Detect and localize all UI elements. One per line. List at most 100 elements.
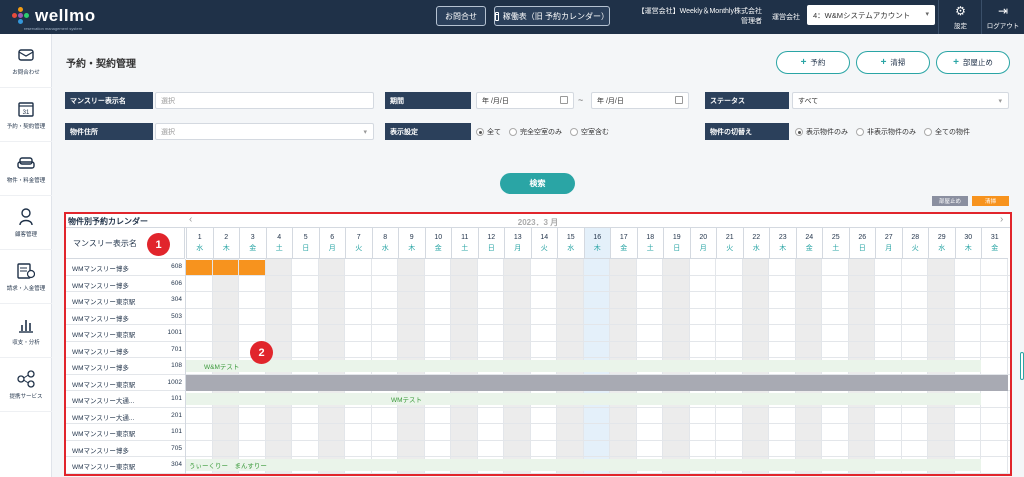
cleaning-block[interactable] [239, 260, 265, 275]
table-row[interactable]: WMマンスリー博多 608 [66, 259, 1010, 276]
reservation-bar[interactable]: うぃーくりー まんすりー [186, 459, 981, 471]
table-row[interactable]: WMマンスリー博多 108 W&Mテスト [66, 358, 1010, 375]
property-name[interactable]: WMマンスリー博多 [72, 313, 129, 323]
contact-button[interactable]: お問合せ [436, 6, 486, 26]
period-from-input[interactable]: 年 /月/日 [476, 92, 574, 109]
day-number: 20 [699, 233, 708, 241]
property-name[interactable]: WMマンスリー博多 [72, 346, 129, 356]
day-cell-divider [688, 325, 690, 342]
chevron-down-icon: ▾ [925, 11, 929, 18]
property-name[interactable]: WMマンスリー東京駅 [72, 379, 135, 389]
table-row[interactable]: WMマンスリー博多 606 [66, 275, 1010, 292]
next-month-button[interactable]: › [1000, 214, 1003, 225]
table-row[interactable]: WMマンスリー博多 701 [66, 341, 1010, 358]
add-room-stop-button[interactable]: + 部屋止め [936, 51, 1010, 74]
day-cell-divider [529, 407, 531, 424]
sidebar-item-property[interactable]: 物件・料金管理 [0, 142, 52, 196]
sidebar-item-analysis[interactable]: 収支・分析 [0, 304, 52, 358]
day-cell-divider [370, 341, 372, 358]
status-value: すべて [798, 97, 819, 105]
table-row[interactable]: WMマンスリー大通... 201 [66, 407, 1010, 424]
settings-button[interactable]: ⚙ 設定 [938, 0, 982, 34]
property-name[interactable]: WMマンスリー博多 [72, 280, 129, 290]
toggle-option-all[interactable]: 全ての物件 [924, 127, 970, 137]
day-cell-divider [1006, 424, 1008, 441]
sidebar-item-inquiry[interactable]: お問合わせ [0, 34, 52, 88]
property-name[interactable]: WMマンスリー博多 [72, 362, 129, 372]
sidebar-item-billing[interactable]: 請求・入金管理 [0, 250, 52, 304]
day-cell-divider [423, 440, 425, 457]
property-name[interactable]: WMマンスリー東京駅 [72, 296, 135, 306]
room-stop-block[interactable] [186, 374, 1008, 391]
day-cell-divider [874, 275, 875, 292]
add-cleaning-button[interactable]: + 清掃 [856, 51, 930, 74]
svg-text:31: 31 [23, 110, 30, 116]
search-button[interactable]: 検索 [500, 173, 575, 194]
display-option-include-vacant[interactable]: 空室含む [570, 127, 609, 137]
day-cell-divider [609, 440, 610, 457]
sidebar-item-partner[interactable]: 提携サービス [0, 358, 52, 412]
calendar-button[interactable]: 稼働表（旧 予約カレンダー） [494, 6, 610, 26]
weekday-label: 水 [196, 244, 204, 252]
monthly-name-input[interactable]: 選択 [155, 92, 374, 109]
add-reservation-button[interactable]: + 予約 [776, 51, 850, 74]
radio-label: 空室含む [581, 128, 609, 136]
day-cell-divider [980, 424, 981, 441]
period-to-input[interactable]: 年 /月/日 [591, 92, 689, 109]
logout-button[interactable]: ⇥ ログアウト [981, 0, 1024, 34]
day-cell-divider [715, 292, 716, 309]
contact-button-label: お問合せ [445, 11, 477, 21]
address-select[interactable]: 選択 ▾ [155, 123, 374, 140]
day-cell-divider [370, 259, 372, 276]
day-cell-divider [794, 341, 796, 358]
day-cell-divider [556, 308, 557, 325]
cleaning-block[interactable] [212, 260, 238, 275]
sidebar-item-customer[interactable]: 顧客管理 [0, 196, 52, 250]
toggle-option-shown[interactable]: 表示物件のみ [795, 127, 848, 137]
table-row[interactable]: WMマンスリー博多 503 [66, 308, 1010, 325]
weekday-label: 火 [355, 244, 363, 252]
wellmo-logo[interactable]: wellmo [12, 6, 96, 26]
table-row[interactable]: WMマンスリー東京駅 304 うぃーくりー まんすりー [66, 457, 1010, 474]
table-row[interactable]: WMマンスリー東京駅 101 [66, 424, 1010, 441]
day-cell-divider [741, 440, 743, 457]
table-row[interactable]: WMマンスリー東京駅 1002 [66, 374, 1010, 391]
org-label: 運営会社 [772, 14, 800, 21]
table-row[interactable]: WMマンスリー博多 705 [66, 440, 1010, 457]
table-row[interactable]: WMマンスリー東京駅 1001 [66, 325, 1010, 342]
reservation-bar[interactable]: WMテスト [186, 393, 981, 405]
action-label: 部屋止め [962, 58, 993, 67]
day-cell-divider [741, 341, 743, 358]
status-select[interactable]: すべて ▾ [792, 92, 1009, 109]
calendar-icon: 31 [16, 100, 36, 118]
reservation-bar[interactable]: W&Mテスト [186, 360, 981, 372]
day-cell-divider [582, 424, 584, 441]
property-name[interactable]: WMマンスリー東京駅 [72, 428, 135, 438]
scroll-handle[interactable] [1020, 352, 1024, 380]
org-select[interactable]: 4：W&Mシステムアカウント ▾ [807, 5, 935, 25]
day-cell-divider [874, 341, 875, 358]
weekday-label: 日 [487, 244, 495, 252]
day-cell-divider [582, 292, 584, 309]
toggle-option-hidden[interactable]: 非表示物件のみ [856, 127, 916, 137]
display-option-fully-vacant[interactable]: 完全空室のみ [509, 127, 562, 137]
table-row[interactable]: WMマンスリー東京駅 304 [66, 292, 1010, 309]
day-cell-divider [900, 292, 902, 309]
display-option-all[interactable]: 全て [476, 127, 501, 137]
table-row[interactable]: WMマンスリー大通... 101 WMテスト [66, 391, 1010, 408]
property-name[interactable]: WMマンスリー東京駅 [72, 329, 135, 339]
property-name[interactable]: WMマンスリー博多 [72, 445, 129, 455]
property-name[interactable]: WMマンスリー大通... [72, 395, 134, 405]
property-name[interactable]: WMマンスリー東京駅 [72, 461, 135, 471]
weekday-label: 水 [752, 244, 760, 252]
day-cell-divider [238, 275, 239, 292]
prev-month-button[interactable]: ‹ [189, 214, 192, 225]
cleaning-block[interactable] [186, 260, 212, 275]
day-header: 8水 [371, 228, 398, 259]
sidebar-item-reservation[interactable]: 31 予約・契約管理 [0, 88, 52, 142]
plus-icon: + [800, 57, 807, 68]
property-name[interactable]: WMマンスリー大通... [72, 412, 134, 422]
day-cell-divider [344, 292, 345, 309]
property-name[interactable]: WMマンスリー博多 [72, 263, 129, 273]
logout-label: ログアウト [986, 22, 1020, 30]
